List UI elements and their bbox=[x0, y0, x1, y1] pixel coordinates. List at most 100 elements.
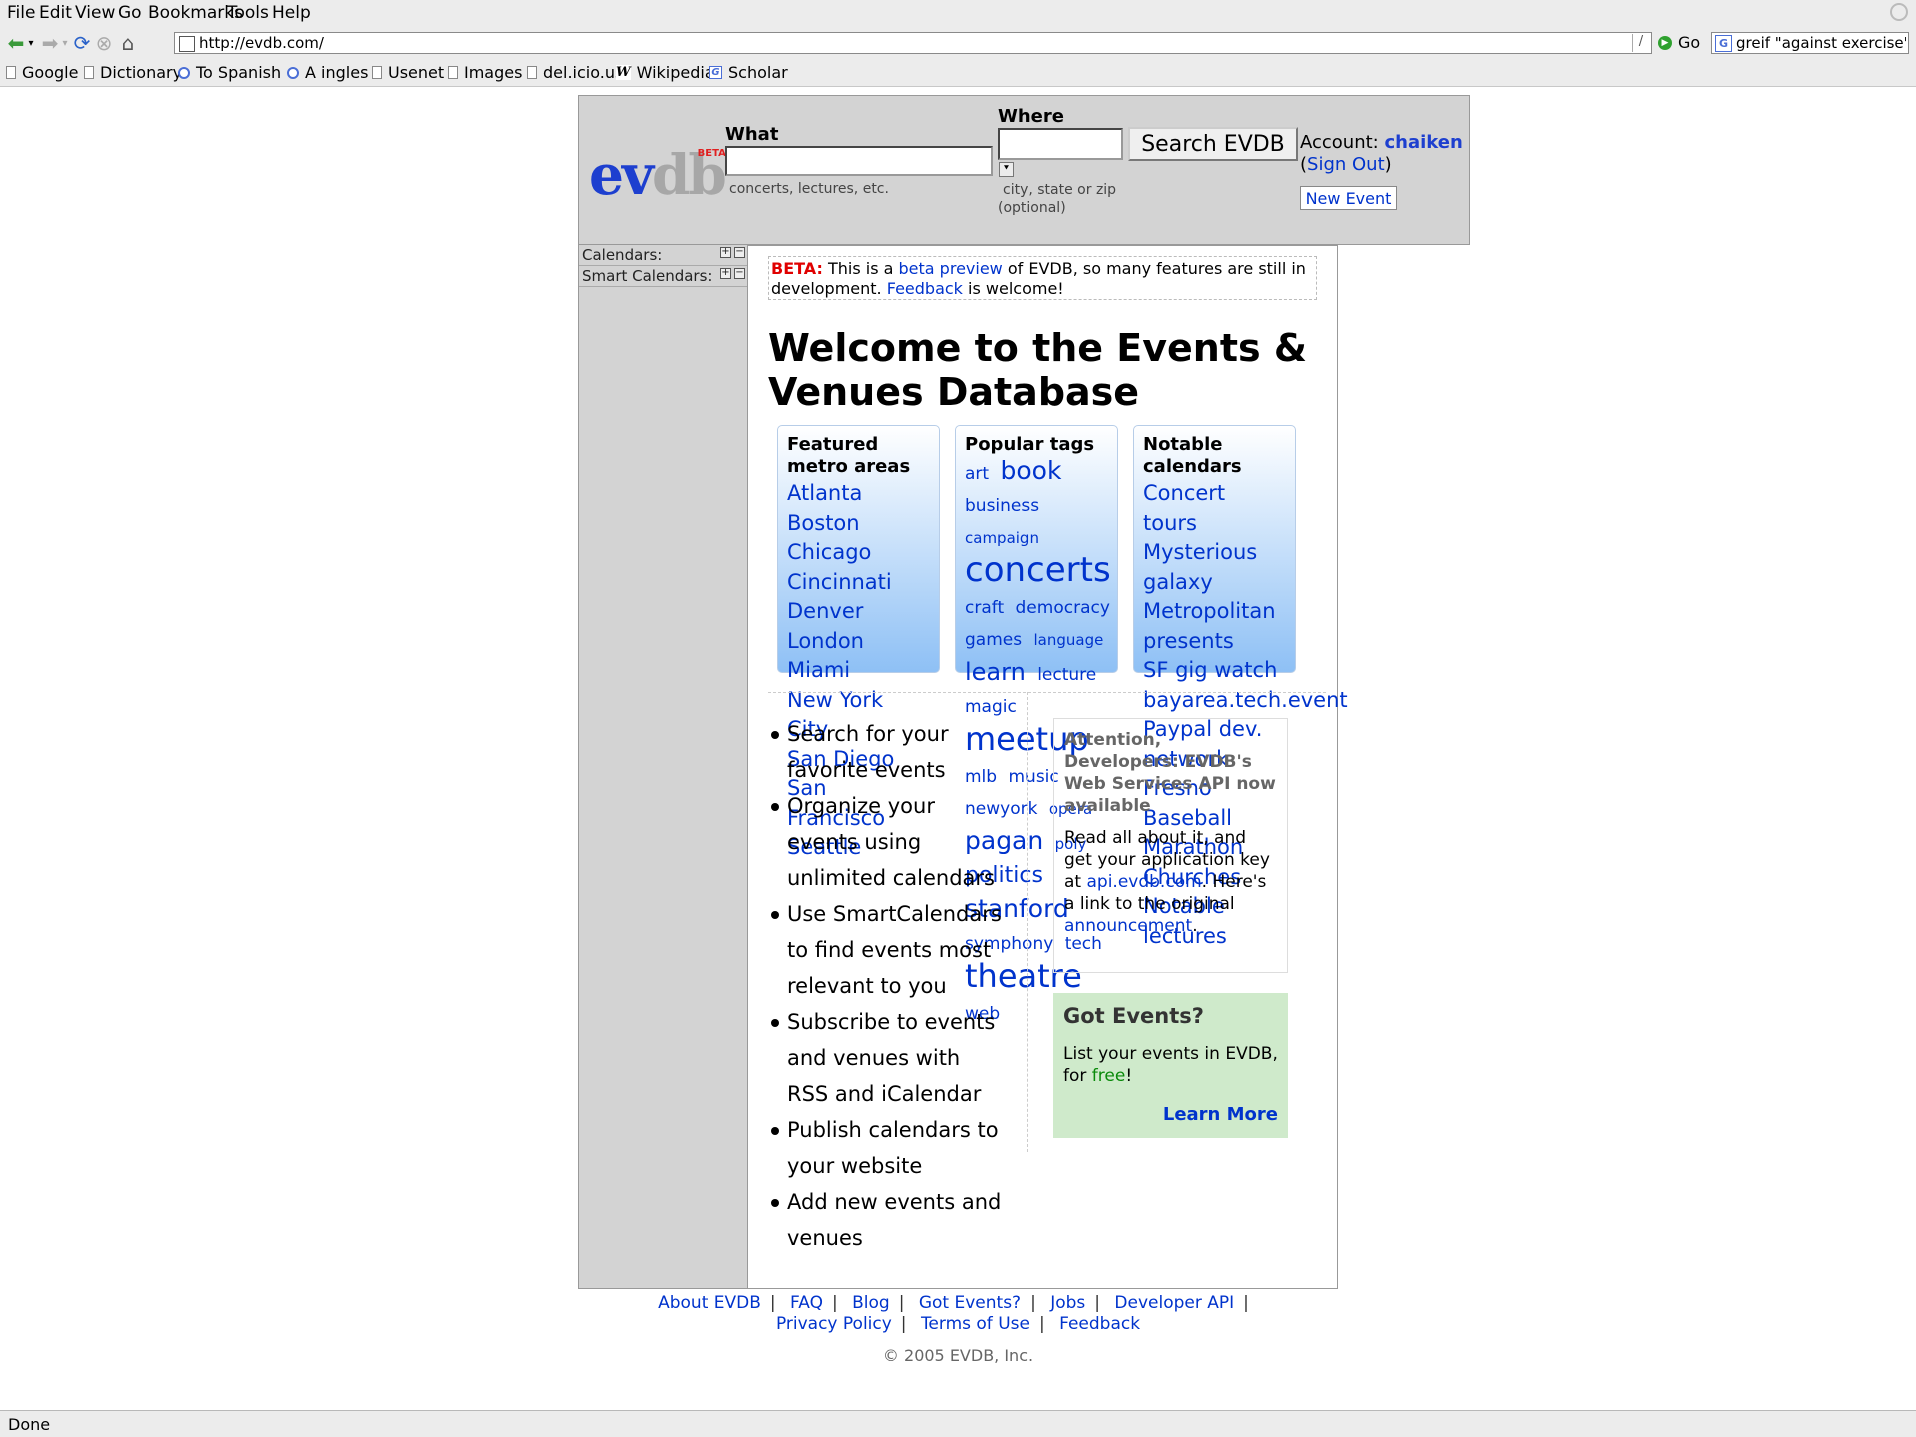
menu-view[interactable]: View bbox=[75, 3, 115, 23]
notable-calendars-title: Notable calendars bbox=[1143, 434, 1242, 477]
bookmark-scholar[interactable]: G Scholar bbox=[709, 63, 788, 82]
collapse-minus-icon[interactable]: − bbox=[734, 247, 745, 258]
menu-tools[interactable]: Tools bbox=[227, 3, 269, 23]
api-evdb-link[interactable]: api.evdb.com bbox=[1087, 872, 1202, 892]
metro-link[interactable]: Denver bbox=[787, 597, 937, 627]
footer-developer-api-link[interactable]: Developer API bbox=[1114, 1293, 1234, 1313]
search-evdb-button[interactable]: Search EVDB bbox=[1128, 127, 1298, 161]
footer-terms-link[interactable]: Terms of Use bbox=[921, 1314, 1030, 1334]
where-input[interactable] bbox=[998, 128, 1123, 160]
tag-link[interactable]: art bbox=[965, 464, 989, 484]
what-input[interactable] bbox=[725, 146, 993, 176]
back-dropdown-icon[interactable]: ▾ bbox=[26, 31, 36, 55]
bookmarks-toolbar: Google Dictionary To Spanish A ingles Us… bbox=[0, 60, 1916, 87]
stop-icon[interactable]: ⊗ bbox=[92, 31, 116, 55]
divider bbox=[768, 692, 1326, 693]
tag-link[interactable]: games bbox=[965, 630, 1022, 650]
where-label: Where bbox=[998, 106, 1064, 127]
scholar-icon: G bbox=[709, 66, 722, 79]
what-label: What bbox=[725, 124, 779, 145]
tag-link[interactable]: democracy bbox=[1016, 598, 1110, 618]
calendar-link[interactable]: Mysterious galaxy bbox=[1143, 538, 1263, 597]
bookmark-dictionary[interactable]: Dictionary bbox=[84, 63, 182, 82]
calendar-link[interactable]: Concert tours bbox=[1143, 479, 1253, 538]
announcement-link[interactable]: announcement bbox=[1064, 916, 1192, 936]
footer-faq-link[interactable]: FAQ bbox=[790, 1293, 823, 1313]
reload-icon[interactable]: ⟳ bbox=[70, 31, 94, 55]
tag-link[interactable]: book bbox=[1000, 456, 1061, 485]
go-button[interactable]: ▶ Go bbox=[1658, 33, 1700, 52]
bookmark-a-ingles[interactable]: A ingles bbox=[287, 63, 368, 82]
calendars-label: Calendars: bbox=[582, 246, 663, 264]
copyright: © 2005 EVDB, Inc. bbox=[882, 1346, 1034, 1365]
where-dropdown-icon[interactable]: ⯆ bbox=[999, 162, 1014, 177]
learn-more-link[interactable]: Learn More bbox=[1163, 1104, 1278, 1126]
sidebar-smart-calendars[interactable]: Smart Calendars: + − bbox=[579, 266, 747, 287]
metro-link[interactable]: Atlanta bbox=[787, 479, 937, 509]
tag-link[interactable]: campaign bbox=[965, 529, 1039, 547]
bookmark-to-spanish[interactable]: To Spanish bbox=[178, 63, 281, 82]
account-area: Account: chaiken (Sign Out) bbox=[1300, 132, 1463, 175]
bookmark-globe-icon bbox=[287, 66, 299, 79]
forward-dropdown-icon[interactable]: ▾ bbox=[60, 31, 70, 55]
bookmark-usenet[interactable]: Usenet bbox=[372, 63, 444, 82]
tag-link[interactable]: lecture bbox=[1037, 665, 1096, 685]
bookmark-delicious[interactable]: del.icio.us bbox=[527, 63, 623, 82]
tag-link[interactable]: language bbox=[1034, 631, 1104, 649]
expand-plus-icon[interactable]: + bbox=[720, 247, 731, 258]
browser-search-box[interactable]: G bbox=[1711, 32, 1909, 54]
feature-item: Organize your events using unlimited cal… bbox=[768, 788, 1008, 896]
metro-link[interactable]: Miami bbox=[787, 656, 937, 686]
metro-link[interactable]: Chicago bbox=[787, 538, 937, 568]
footer-got-events-link[interactable]: Got Events? bbox=[919, 1293, 1021, 1313]
tag-link[interactable]: learn bbox=[965, 658, 1026, 686]
address-bar[interactable]: / bbox=[174, 32, 1652, 54]
expand-plus-icon[interactable]: + bbox=[720, 268, 731, 279]
evdb-logo[interactable]: evdb BETA bbox=[589, 142, 727, 207]
footer-feedback-link[interactable]: Feedback bbox=[1059, 1314, 1140, 1334]
footer-jobs-link[interactable]: Jobs bbox=[1050, 1293, 1085, 1313]
footer-about-link[interactable]: About EVDB bbox=[658, 1293, 761, 1313]
browser-search-input[interactable] bbox=[1736, 33, 1906, 53]
tag-link[interactable]: magic bbox=[965, 697, 1017, 717]
home-icon[interactable]: ⌂ bbox=[116, 31, 140, 55]
status-bar: Done bbox=[0, 1410, 1916, 1437]
footer-blog-link[interactable]: Blog bbox=[852, 1293, 890, 1313]
metro-link[interactable]: London bbox=[787, 627, 937, 657]
menu-edit[interactable]: Edit bbox=[39, 3, 72, 23]
new-event-button[interactable]: New Event bbox=[1300, 186, 1397, 210]
sidebar-calendars[interactable]: Calendars: + − bbox=[579, 245, 747, 266]
tag-link[interactable]: business bbox=[965, 496, 1039, 516]
footer-privacy-link[interactable]: Privacy Policy bbox=[776, 1314, 892, 1334]
tag-link[interactable]: craft bbox=[965, 598, 1004, 618]
tag-link[interactable]: concerts bbox=[965, 550, 1111, 590]
beta-preview-link[interactable]: beta preview bbox=[899, 259, 1003, 278]
calendar-link[interactable]: SF gig watch bbox=[1143, 656, 1293, 686]
metro-link[interactable]: Cincinnati bbox=[787, 568, 937, 598]
url-input[interactable] bbox=[199, 33, 1599, 53]
bookmark-images[interactable]: Images bbox=[448, 63, 522, 82]
menu-help[interactable]: Help bbox=[272, 3, 311, 23]
menu-go[interactable]: Go bbox=[118, 3, 142, 23]
developer-api-notice: Attention, Developers: EVDB's Web Servic… bbox=[1053, 718, 1288, 973]
feedback-link[interactable]: Feedback bbox=[887, 279, 963, 298]
back-arrow-icon[interactable]: ⬅ bbox=[4, 31, 28, 55]
collapse-minus-icon[interactable]: − bbox=[734, 268, 745, 279]
free-text: free bbox=[1091, 1066, 1126, 1086]
forward-arrow-icon[interactable]: ➡ bbox=[38, 31, 62, 55]
calendar-link[interactable]: bayarea.tech.event bbox=[1143, 686, 1348, 716]
sign-out-link[interactable]: Sign Out bbox=[1307, 154, 1385, 175]
menu-file[interactable]: File bbox=[7, 3, 35, 23]
feature-list: Search for your favorite events Organize… bbox=[768, 716, 1008, 1256]
bookmark-google[interactable]: Google bbox=[6, 63, 78, 82]
account-username-link[interactable]: chaiken bbox=[1384, 132, 1462, 153]
google-search-icon[interactable]: G bbox=[1715, 35, 1732, 52]
site-header: evdb BETA What concerts, lectures, etc. … bbox=[578, 95, 1470, 245]
left-sidebar: Calendars: + − Smart Calendars: + − bbox=[578, 245, 747, 1289]
tag-link[interactable]: music bbox=[1008, 767, 1058, 787]
metro-link[interactable]: Boston bbox=[787, 509, 937, 539]
calendar-link[interactable]: Metropolitan presents bbox=[1143, 597, 1283, 656]
bookmark-wikipedia[interactable]: W Wikipedia bbox=[616, 63, 715, 82]
url-dropdown-icon[interactable]: / bbox=[1632, 34, 1649, 52]
where-hint-optional: (optional) bbox=[998, 200, 1066, 216]
